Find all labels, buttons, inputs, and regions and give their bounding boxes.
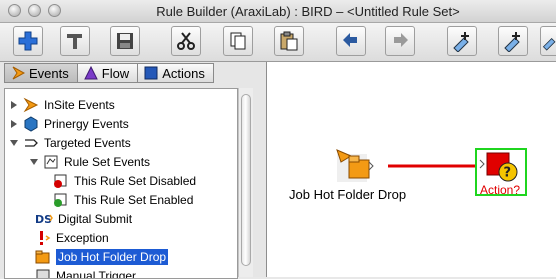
save-icon bbox=[114, 30, 136, 52]
flow-icon bbox=[84, 66, 98, 80]
action-node-icon[interactable]: ? bbox=[480, 153, 517, 181]
add-action-button[interactable] bbox=[498, 26, 528, 56]
tab-bar: Events Flow Actions bbox=[4, 63, 214, 85]
svg-text:?: ? bbox=[504, 166, 512, 181]
undo-button[interactable] bbox=[336, 26, 366, 56]
cut-button[interactable] bbox=[171, 26, 201, 56]
save-button[interactable] bbox=[110, 26, 140, 56]
redo-icon bbox=[389, 30, 411, 52]
tree-item-label: Digital Submit bbox=[58, 212, 132, 226]
actions-icon bbox=[144, 66, 158, 80]
tab-events[interactable]: Events bbox=[4, 63, 77, 83]
tab-actions[interactable]: Actions bbox=[137, 63, 214, 83]
add-more-icon bbox=[541, 30, 556, 52]
tree-item-label: Prinergy Events bbox=[44, 117, 129, 131]
tree-item-label: Exception bbox=[56, 231, 109, 245]
window-title: Rule Builder (AraxiLab) : BIRD – <Untitl… bbox=[0, 4, 556, 19]
tree-item-job-hot-folder-drop[interactable]: Job Hot Folder Drop bbox=[35, 247, 168, 266]
events-icon bbox=[11, 66, 25, 80]
tree-item-targeted-events[interactable]: Targeted Events bbox=[9, 133, 131, 152]
add-button[interactable] bbox=[13, 26, 43, 56]
event-node-label: Job Hot Folder Drop bbox=[289, 187, 406, 202]
undo-icon bbox=[340, 30, 362, 52]
paste-icon bbox=[278, 30, 300, 52]
copy-button[interactable] bbox=[223, 26, 253, 56]
disclosure-collapsed-icon[interactable] bbox=[9, 119, 19, 129]
tree-item-rule-set-enabled[interactable]: This Rule Set Enabled bbox=[53, 190, 193, 209]
tree-item-rule-set-events[interactable]: Rule Set Events bbox=[29, 152, 150, 171]
digital-submit-icon: DS bbox=[35, 211, 53, 227]
exception-icon bbox=[35, 230, 51, 246]
canvas-graphics: ? bbox=[267, 62, 556, 277]
tree-scrollbar[interactable] bbox=[238, 88, 253, 277]
manual-trigger-icon bbox=[35, 268, 51, 279]
tree-item-label: This Rule Set Disabled bbox=[74, 174, 196, 188]
tree-item-manual-trigger[interactable]: Manual Trigger bbox=[35, 266, 136, 279]
tree-item-rule-set-disabled[interactable]: This Rule Set Disabled bbox=[53, 171, 196, 190]
tree-item-label: Manual Trigger bbox=[56, 269, 136, 279]
disclosure-expanded-icon[interactable] bbox=[9, 138, 19, 148]
tree-item-label: This Rule Set Enabled bbox=[74, 193, 193, 207]
add-event-icon bbox=[451, 30, 473, 52]
tab-events-label: Events bbox=[29, 66, 69, 81]
rule-set-disabled-icon bbox=[53, 173, 69, 189]
tree-item-label: InSite Events bbox=[44, 98, 115, 112]
tab-flow[interactable]: Flow bbox=[77, 63, 137, 83]
add-more-button[interactable] bbox=[540, 26, 556, 56]
paste-button[interactable] bbox=[274, 26, 304, 56]
cut-icon bbox=[175, 30, 197, 52]
add-event-button[interactable] bbox=[447, 26, 477, 56]
action-node-label: Action? bbox=[480, 183, 520, 197]
disclosure-collapsed-icon[interactable] bbox=[9, 100, 19, 110]
redo-button[interactable] bbox=[385, 26, 415, 56]
rule-set-enabled-icon bbox=[53, 192, 69, 208]
tree-item-prinergy-events[interactable]: Prinergy Events bbox=[9, 114, 129, 133]
copy-icon bbox=[227, 30, 249, 52]
tree-item-digital-submit[interactable]: DS Digital Submit bbox=[35, 209, 132, 228]
tab-flow-label: Flow bbox=[102, 66, 129, 81]
disclosure-expanded-icon[interactable] bbox=[29, 157, 39, 167]
add-action-icon bbox=[502, 30, 524, 52]
tree-item-insite-events[interactable]: InSite Events bbox=[9, 95, 115, 114]
tree-item-label: Job Hot Folder Drop bbox=[56, 249, 168, 265]
targeted-icon bbox=[23, 135, 39, 151]
tree-item-label: Rule Set Events bbox=[64, 155, 150, 169]
add-icon bbox=[17, 30, 39, 52]
tree-item-exception[interactable]: Exception bbox=[35, 228, 109, 247]
rule-canvas[interactable]: ? Job Hot Folder Drop Action? bbox=[267, 62, 556, 277]
build-button[interactable] bbox=[60, 26, 90, 56]
hot-folder-icon bbox=[35, 249, 51, 265]
rule-set-icon bbox=[43, 154, 59, 170]
left-panel: Events Flow Actions InSite Events Priner… bbox=[0, 62, 267, 277]
svg-text:DS: DS bbox=[35, 213, 52, 226]
event-node-icon[interactable] bbox=[337, 150, 373, 182]
hammer-icon bbox=[64, 30, 86, 52]
prinergy-icon bbox=[23, 116, 39, 132]
title-bar: Rule Builder (AraxiLab) : BIRD – <Untitl… bbox=[0, 0, 556, 23]
event-tree: InSite Events Prinergy Events Targeted E… bbox=[4, 88, 238, 279]
tab-actions-label: Actions bbox=[162, 66, 205, 81]
tree-item-label: Targeted Events bbox=[44, 136, 131, 150]
toolbar bbox=[0, 23, 556, 62]
scrollbar-thumb[interactable] bbox=[241, 94, 251, 266]
insite-icon bbox=[23, 97, 39, 113]
